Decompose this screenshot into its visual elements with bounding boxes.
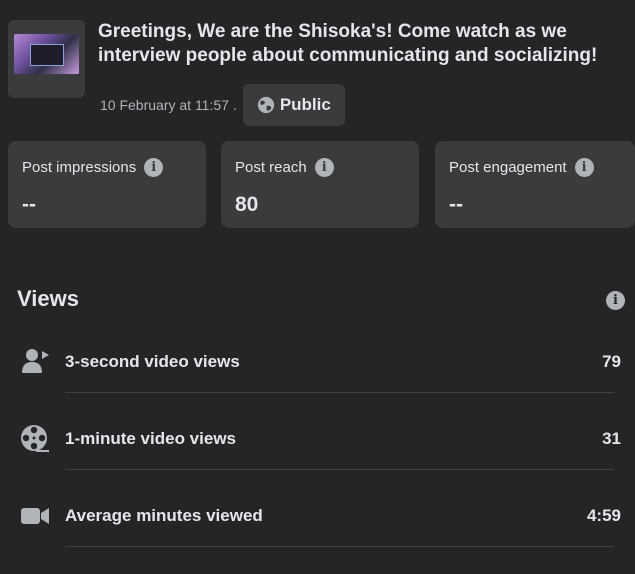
post-title[interactable]: Greetings, We are the Shisoka's! Come wa… (98, 20, 628, 68)
divider (65, 469, 614, 470)
post-impressions-label: Post impressions (22, 159, 137, 176)
info-icon[interactable]: i (314, 158, 334, 177)
post-date[interactable]: 10 February at 11:57 (100, 97, 229, 113)
video-camera-icon (21, 508, 49, 524)
info-icon[interactable]: i (606, 291, 625, 310)
meta-separator: . (232, 97, 237, 113)
post-reach-label-wrap: Post reach i (235, 158, 334, 177)
views-heading: Views (17, 286, 79, 311)
info-icon[interactable]: i (144, 158, 164, 177)
stats-cards: Post impressions i -- Post reach i 80 Po… (8, 141, 635, 229)
views-info[interactable]: i (606, 291, 625, 310)
list-item: 3-second video views 79 (20, 341, 625, 381)
average-minutes-label: Average minutes viewed (65, 506, 263, 525)
three-second-views-value: 79 (602, 352, 621, 371)
post-meta: 10 February at 11:57 . Public (100, 84, 345, 126)
post-reach-card: Post reach i 80 (221, 141, 419, 228)
info-icon[interactable]: i (574, 158, 594, 177)
one-minute-views-label: 1-minute video views (65, 429, 236, 448)
post-thumbnail[interactable] (8, 20, 85, 98)
audience-label: Public (279, 95, 331, 114)
average-minutes-value: 4:59 (586, 506, 621, 525)
post-reach-label: Post reach (235, 159, 307, 176)
divider (65, 546, 614, 547)
list-item: 1-minute video views 31 (20, 418, 625, 458)
list-item: Average minutes viewed 4:59 (20, 495, 625, 535)
globe-icon (257, 96, 274, 114)
divider (65, 392, 614, 393)
post-engagement-value: -- (449, 193, 463, 216)
post-reach-value: 80 (235, 193, 259, 216)
thumbnail-screen (30, 44, 64, 66)
post-engagement-label: Post engagement (449, 159, 567, 176)
post-engagement-card: Post engagement i -- (435, 141, 635, 228)
post-impressions-value: -- (22, 193, 36, 216)
audience-button[interactable]: Public (242, 84, 345, 126)
post-impressions-card: Post impressions i -- (8, 141, 206, 228)
post-impressions-label-wrap: Post impressions i (22, 158, 164, 177)
post-engagement-label-wrap: Post engagement i (449, 158, 594, 177)
one-minute-views-value: 31 (602, 429, 621, 448)
three-second-views-label: 3-second video views (65, 352, 240, 371)
post-header: Greetings, We are the Shisoka's! Come wa… (8, 20, 628, 130)
person-play-icon (22, 349, 49, 373)
film-reel-icon (21, 425, 49, 452)
